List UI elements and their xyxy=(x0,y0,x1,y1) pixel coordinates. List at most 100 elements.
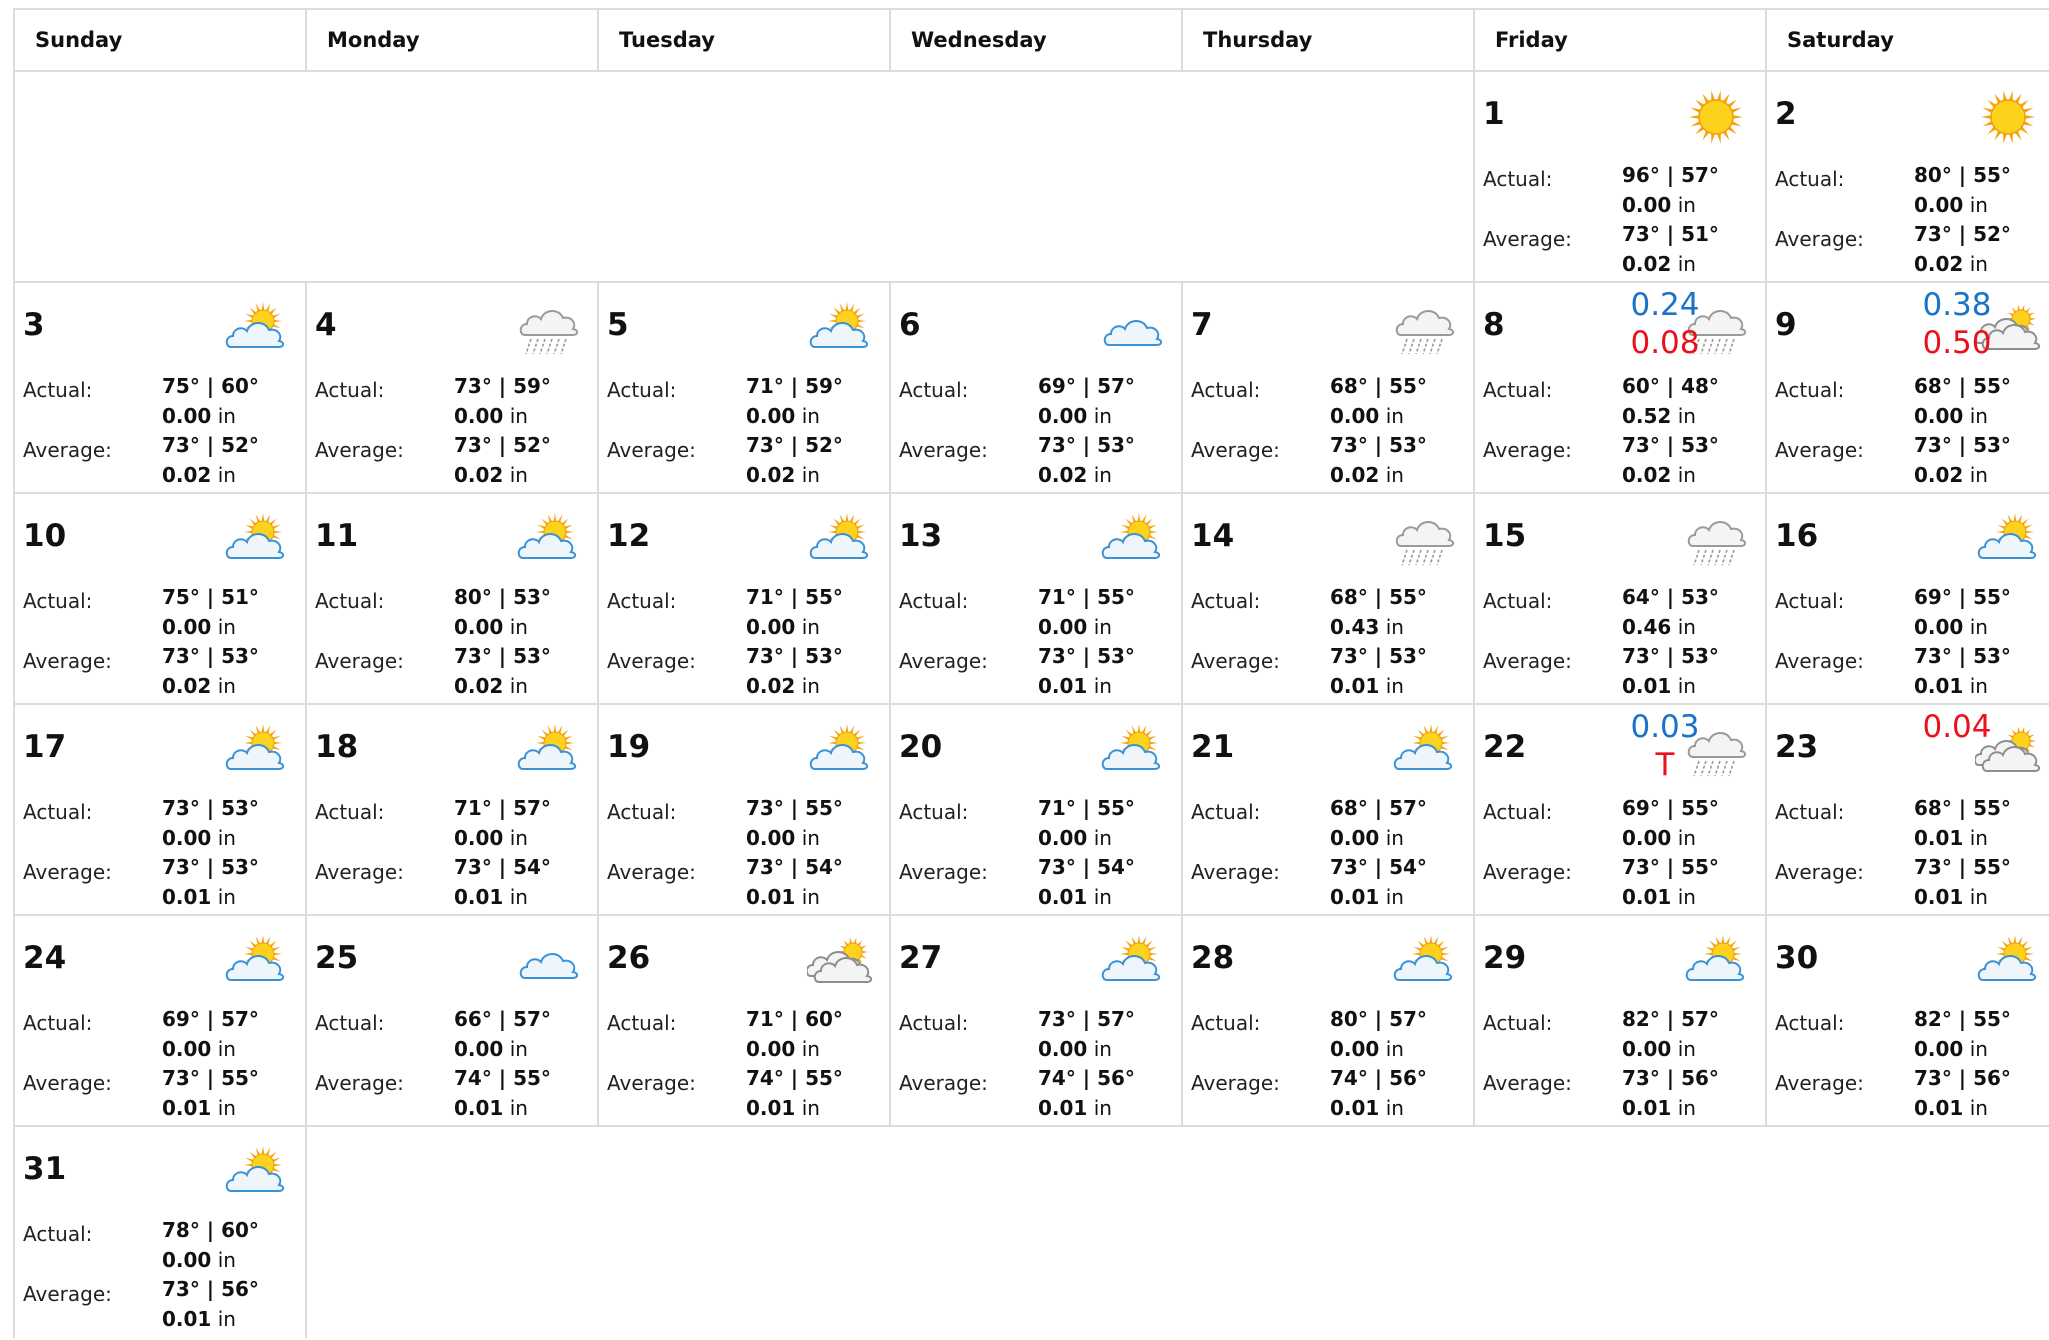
average-precip: 0.02 xyxy=(1330,463,1380,487)
average-temp: 73° | 53° xyxy=(1914,433,2011,457)
average-values: 73° | 53° 0.02 in xyxy=(454,641,551,701)
actual-label: Actual: xyxy=(1483,1011,1553,1035)
cloud-icon xyxy=(1099,301,1165,355)
actual-temp: 66° | 57° xyxy=(454,1007,551,1031)
calendar-week-row: 3 Actual: 75° | 60° 0.00 in Average: 73° … xyxy=(15,283,2049,494)
average-temp: 73° | 56° xyxy=(162,1277,259,1301)
rain-cloud-icon xyxy=(515,301,581,355)
actual-label: Actual: xyxy=(1775,589,1845,613)
day-cell[interactable]: 15 Actual: 64° | 53° 0.46 in Average: 73°… xyxy=(1475,494,1767,703)
average-temp: 74° | 55° xyxy=(746,1066,843,1090)
day-cell[interactable]: 28 Actual: 80° | 57° 0.00 in Average: 74°… xyxy=(1183,916,1475,1125)
day-cell[interactable]: 29 Actual: 82° | 57° 0.00 in Average: 73°… xyxy=(1475,916,1767,1125)
weekday-header-row: Sunday Monday Tuesday Wednesday Thursday Frid… xyxy=(15,8,2049,72)
precip-unit: in xyxy=(1969,674,1988,698)
precip-unit: in xyxy=(801,674,820,698)
actual-temp: 73° | 53° xyxy=(162,796,259,820)
day-cell[interactable]: 30 Actual: 82° | 55° 0.00 in Average: 73°… xyxy=(1767,916,2049,1125)
actual-temp: 75° | 51° xyxy=(162,585,259,609)
actual-values: 78° | 60° 0.00 in xyxy=(162,1215,259,1275)
day-number: 13 xyxy=(899,518,943,554)
day-cell[interactable]: 27 Actual: 73° | 57° 0.00 in Average: 74°… xyxy=(891,916,1183,1125)
actual-temp: 60° | 48° xyxy=(1622,374,1719,398)
day-cell[interactable]: 22 0.03 T Actual: 69° | 55° 0.00 in Average… xyxy=(1475,705,1767,914)
average-precip: 0.01 xyxy=(162,1096,212,1120)
day-cell[interactable]: 3 Actual: 75° | 60° 0.00 in Average: 73° … xyxy=(15,283,307,492)
day-cell[interactable]: 13 Actual: 71° | 55° 0.00 in Average: 73°… xyxy=(891,494,1183,703)
average-label: Average: xyxy=(1191,438,1280,462)
average-label: Average: xyxy=(1483,649,1572,673)
day-cell[interactable]: 6 Actual: 69° | 57° 0.00 in Average: 73° … xyxy=(891,283,1183,492)
actual-values: 73° | 55° 0.00 in xyxy=(746,793,843,853)
day-cell[interactable]: 19 Actual: 73° | 55° 0.00 in Average: 73°… xyxy=(599,705,891,914)
day-cell[interactable]: 18 Actual: 71° | 57° 0.00 in Average: 73°… xyxy=(307,705,599,914)
calendar-week-row: 31 Actual: 78° | 60° 0.00 in Average: 73°… xyxy=(15,1127,2049,1338)
precip-unit: in xyxy=(1385,1037,1404,1061)
day-cell[interactable]: 11 Actual: 80° | 53° 0.00 in Average: 73°… xyxy=(307,494,599,703)
actual-label: Actual: xyxy=(1775,1011,1845,1035)
average-precip: 0.01 xyxy=(1914,674,1964,698)
average-values: 73° | 56° 0.01 in xyxy=(1914,1063,2011,1123)
day-cell[interactable]: 17 Actual: 73° | 53° 0.00 in Average: 73°… xyxy=(15,705,307,914)
average-values: 73° | 54° 0.01 in xyxy=(454,852,551,912)
day-cell[interactable]: 10 Actual: 75° | 51° 0.00 in Average: 73°… xyxy=(15,494,307,703)
day-cell[interactable]: 12 Actual: 71° | 55° 0.00 in Average: 73°… xyxy=(599,494,891,703)
day-number: 4 xyxy=(315,307,337,343)
average-temp: 73° | 54° xyxy=(746,855,843,879)
actual-temp: 69° | 57° xyxy=(162,1007,259,1031)
average-temp: 74° | 56° xyxy=(1038,1066,1135,1090)
average-values: 73° | 53° 0.02 in xyxy=(746,641,843,701)
partly-sunny-icon xyxy=(807,512,873,566)
day-cell[interactable]: 20 Actual: 71° | 55° 0.00 in Average: 73°… xyxy=(891,705,1183,914)
average-values: 73° | 54° 0.01 in xyxy=(1038,852,1135,912)
day-cell[interactable]: 4 Actual: 73° | 59° 0.00 in Average: 73° … xyxy=(307,283,599,492)
day-cell[interactable]: 31 Actual: 78° | 60° 0.00 in Average: 73°… xyxy=(15,1127,307,1338)
average-values: 73° | 52° 0.02 in xyxy=(746,430,843,490)
actual-values: 68° | 55° 0.01 in xyxy=(1914,793,2011,853)
average-label: Average: xyxy=(315,649,404,673)
actual-values: 69° | 55° 0.00 in xyxy=(1914,582,2011,642)
partly-sunny-icon xyxy=(1683,934,1749,988)
actual-precip: 0.00 xyxy=(746,1037,796,1061)
precip-unit: in xyxy=(1093,615,1112,639)
average-precip: 0.02 xyxy=(1914,463,1964,487)
day-cell[interactable]: 2 Actual: 80° | 55° 0.00 in Average: 73° … xyxy=(1767,72,2049,281)
average-temp: 73° | 54° xyxy=(1038,855,1135,879)
day-cell[interactable]: 21 Actual: 68° | 57° 0.00 in Average: 73°… xyxy=(1183,705,1475,914)
day-cell[interactable]: 9 0.38 0.50 Actual: 68° | 55° 0.00 in Avera… xyxy=(1767,283,2049,492)
precip-unit: in xyxy=(1677,1037,1696,1061)
day-cell[interactable]: 8 0.24 0.08 Actual: 60° | 48° 0.52 in Avera… xyxy=(1475,283,1767,492)
day-cell[interactable]: 5 Actual: 71° | 59° 0.00 in Average: 73° … xyxy=(599,283,891,492)
actual-values: 68° | 55° 0.00 in xyxy=(1330,371,1427,431)
actual-values: 96° | 57° 0.00 in xyxy=(1622,160,1719,220)
actual-precip: 0.00 xyxy=(454,615,504,639)
precip-unit: in xyxy=(217,826,236,850)
day-cell[interactable]: 7 Actual: 68° | 55° 0.00 in Average: 73° … xyxy=(1183,283,1475,492)
precip-unit: in xyxy=(801,615,820,639)
precip-unit: in xyxy=(1385,615,1404,639)
day-cell[interactable]: 26 Actual: 71° | 60° 0.00 in Average: 74°… xyxy=(599,916,891,1125)
day-cell[interactable]: 25 Actual: 66° | 57° 0.00 in Average: 74°… xyxy=(307,916,599,1125)
day-cell[interactable]: 24 Actual: 69° | 57° 0.00 in Average: 73°… xyxy=(15,916,307,1125)
precip-unit: in xyxy=(1969,1037,1988,1061)
day-cell[interactable]: 23 0.04 Actual: 68° | 55° 0.01 in Average:… xyxy=(1767,705,2049,914)
average-label: Average: xyxy=(899,649,988,673)
average-temp: 73° | 56° xyxy=(1622,1066,1719,1090)
actual-values: 66° | 57° 0.00 in xyxy=(454,1004,551,1064)
day-number: 2 xyxy=(1775,96,1797,132)
day-cell[interactable]: 16 Actual: 69° | 55° 0.00 in Average: 73°… xyxy=(1767,494,2049,703)
average-temp: 73° | 53° xyxy=(1330,433,1427,457)
average-values: 73° | 52° 0.02 in xyxy=(1914,219,2011,279)
average-precip: 0.01 xyxy=(1330,674,1380,698)
average-temp: 73° | 55° xyxy=(1622,855,1719,879)
average-temp: 73° | 53° xyxy=(1622,644,1719,668)
average-values: 73° | 53° 0.02 in xyxy=(1622,430,1719,490)
average-temp: 73° | 55° xyxy=(1914,855,2011,879)
average-label: Average: xyxy=(607,1071,696,1095)
actual-label: Actual: xyxy=(1191,800,1261,824)
day-cell[interactable]: 14 Actual: 68° | 55° 0.43 in Average: 73°… xyxy=(1183,494,1475,703)
precip-unit: in xyxy=(217,463,236,487)
precip-unit: in xyxy=(1969,193,1988,217)
actual-values: 73° | 53° 0.00 in xyxy=(162,793,259,853)
day-cell[interactable]: 1 Actual: 96° | 57° 0.00 in Average: 73° … xyxy=(1475,72,1767,281)
